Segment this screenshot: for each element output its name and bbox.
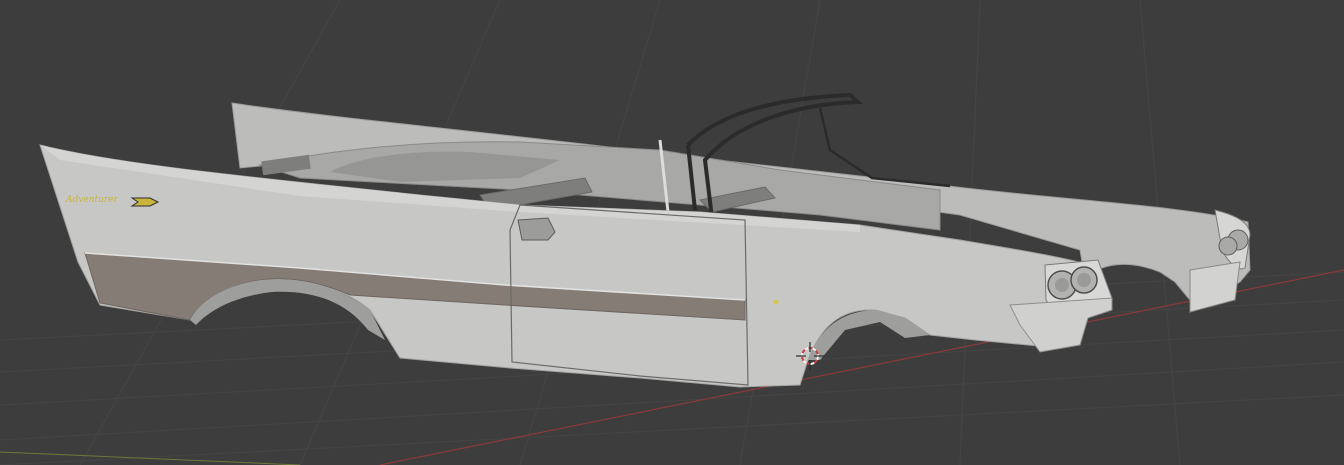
viewport-canvas[interactable]: Adventurer: [0, 0, 1344, 465]
3d-viewport[interactable]: Adventurer: [0, 0, 1344, 465]
svg-text:Adventurer: Adventurer: [65, 195, 119, 205]
